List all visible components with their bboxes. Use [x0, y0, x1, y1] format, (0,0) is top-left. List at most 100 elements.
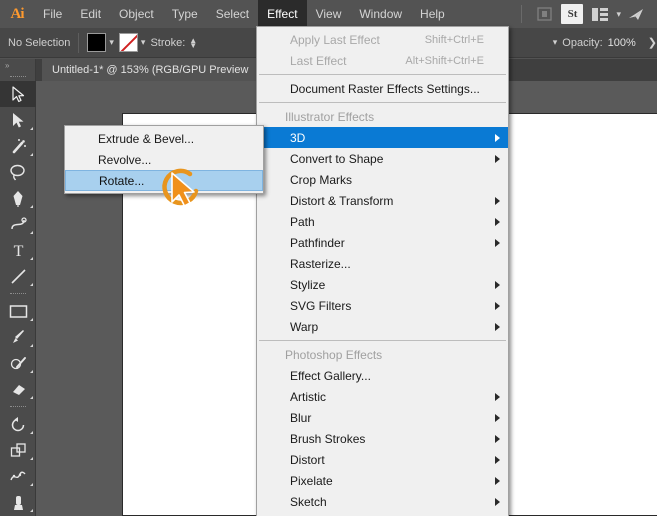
fill-chevron-down-icon[interactable]: ▾: [109, 37, 114, 48]
submenu-3d-dropdown[interactable]: Extrude & Bevel... Revolve... Rotate...: [64, 125, 264, 194]
flyout-indicator-icon: [30, 370, 33, 373]
submenu-arrow-icon: [495, 497, 500, 506]
selection-tool[interactable]: [0, 81, 36, 107]
menu-item-artistic[interactable]: Artistic: [257, 386, 508, 407]
menu-item-label: Crop Marks: [290, 172, 353, 187]
menu-item-rotate[interactable]: Rotate...: [65, 170, 263, 191]
menu-item-label: Revolve...: [98, 152, 152, 167]
flyout-indicator-icon: [30, 318, 33, 321]
control-bar-overflow-button[interactable]: ❯: [648, 36, 657, 49]
menu-item-rasterize[interactable]: Rasterize...: [257, 253, 508, 274]
direct-selection-tool[interactable]: [0, 107, 36, 133]
pen-tool[interactable]: [0, 185, 36, 211]
menu-item-brush-strokes[interactable]: Brush Strokes: [257, 428, 508, 449]
paintbrush-tool[interactable]: [0, 324, 36, 350]
menu-item-crop-marks[interactable]: Crop Marks: [257, 169, 508, 190]
menu-item-stylize-illustrator[interactable]: Stylize: [257, 274, 508, 295]
menu-item-label: Path: [290, 214, 315, 229]
menu-effect[interactable]: Effect: [258, 0, 307, 28]
menu-item-extrude-and-bevel[interactable]: Extrude & Bevel...: [65, 128, 263, 149]
menu-separator: [259, 102, 506, 103]
shaper-pencil-tool[interactable]: [0, 350, 36, 376]
stroke-color-swatch[interactable]: [118, 33, 138, 52]
menu-item-shortcut: Alt+Shift+Ctrl+E: [405, 54, 484, 67]
selection-status-label: No Selection: [8, 36, 71, 49]
menu-item-label: 3D: [290, 130, 306, 145]
submenu-arrow-icon: [495, 154, 500, 163]
menu-section-illustrator-effects: Illustrator Effects: [257, 106, 508, 127]
menu-item-label: Last Effect: [290, 53, 347, 68]
submenu-arrow-icon: [495, 413, 500, 422]
menu-separator: [259, 74, 506, 75]
menu-item-svg-filters[interactable]: SVG Filters: [257, 295, 508, 316]
menu-item-sketch[interactable]: Sketch: [257, 491, 508, 512]
menu-item-pathfinder[interactable]: Pathfinder: [257, 232, 508, 253]
menu-item-blur[interactable]: Blur: [257, 407, 508, 428]
menu-item-document-raster-effects-settings[interactable]: Document Raster Effects Settings...: [257, 78, 508, 99]
menu-type[interactable]: Type: [163, 0, 207, 28]
flyout-indicator-icon: [30, 231, 33, 234]
menu-view[interactable]: View: [307, 0, 351, 28]
menu-file[interactable]: File: [34, 0, 71, 28]
menu-item-3d[interactable]: 3D: [257, 127, 508, 148]
flyout-indicator-icon: [30, 396, 33, 399]
menu-item-label: Sketch: [290, 494, 327, 509]
flyout-indicator-icon: [30, 127, 33, 130]
curvature-tool[interactable]: [0, 211, 36, 237]
menu-bar-right-cluster: St ▾: [514, 0, 657, 28]
menu-item-warp[interactable]: Warp: [257, 316, 508, 337]
tools-panel-grip[interactable]: »: [0, 59, 35, 72]
menu-item-pixelate[interactable]: Pixelate: [257, 470, 508, 491]
menu-window[interactable]: Window: [350, 0, 411, 28]
bridge-icon[interactable]: [531, 3, 557, 25]
menu-item-label: Extrude & Bevel...: [98, 131, 195, 146]
menu-section-photoshop-effects: Photoshop Effects: [257, 344, 508, 365]
flyout-indicator-icon: [30, 431, 33, 434]
submenu-arrow-icon: [495, 476, 500, 485]
menu-item-label: Convert to Shape: [290, 151, 384, 166]
menu-edit[interactable]: Edit: [71, 0, 110, 28]
opacity-value[interactable]: 100%: [608, 37, 636, 49]
menu-item-effect-gallery[interactable]: Effect Gallery...: [257, 365, 508, 386]
publish-online-icon[interactable]: [623, 3, 649, 25]
menu-item-stylize-photoshop[interactable]: Stylize: [257, 512, 508, 516]
stock-button[interactable]: St: [561, 4, 584, 24]
scale-tool[interactable]: [0, 437, 36, 463]
document-tab[interactable]: Untitled-1* @ 153% (RGB/GPU Preview: [42, 59, 260, 81]
menu-help[interactable]: Help: [411, 0, 454, 28]
menu-item-distort-and-transform[interactable]: Distort & Transform: [257, 190, 508, 211]
menu-item-label: Pathfinder: [290, 235, 345, 250]
rotate-tool[interactable]: [0, 411, 36, 437]
stroke-chevron-down-icon[interactable]: ▾: [141, 37, 146, 48]
type-tool[interactable]: T: [0, 237, 36, 263]
submenu-arrow-icon: [495, 196, 500, 205]
menu-item-label: SVG Filters: [290, 298, 352, 313]
submenu-arrow-icon: [495, 455, 500, 464]
workspace-switcher-icon[interactable]: [587, 3, 613, 25]
menu-item-label: Apply Last Effect: [290, 32, 380, 47]
menu-section-label: Illustrator Effects: [285, 109, 375, 124]
width-warp-tool[interactable]: [0, 463, 36, 489]
effect-menu-dropdown[interactable]: Apply Last Effect Shift+Ctrl+E Last Effe…: [256, 26, 509, 516]
magic-wand-tool[interactable]: [0, 133, 36, 159]
menu-item-convert-to-shape[interactable]: Convert to Shape: [257, 148, 508, 169]
eraser-tool[interactable]: [0, 376, 36, 402]
rectangle-tool[interactable]: [0, 298, 36, 324]
menu-item-last-effect[interactable]: Last Effect Alt+Shift+Ctrl+E: [257, 50, 508, 71]
menu-select[interactable]: Select: [207, 0, 258, 28]
line-segment-tool[interactable]: [0, 263, 36, 289]
menu-item-path[interactable]: Path: [257, 211, 508, 232]
flyout-indicator-icon: [30, 344, 33, 347]
menu-object[interactable]: Object: [110, 0, 163, 28]
menu-item-distort[interactable]: Distort: [257, 449, 508, 470]
illustrator-window: Ai File Edit Object Type Select Effect V…: [0, 0, 657, 516]
menu-item-apply-last-effect[interactable]: Apply Last Effect Shift+Ctrl+E: [257, 29, 508, 50]
free-transform-tool[interactable]: [0, 489, 36, 515]
menu-item-label: Rotate...: [99, 173, 145, 188]
lasso-tool[interactable]: [0, 159, 36, 185]
fill-color-swatch[interactable]: [87, 33, 107, 52]
style-chevron-down-icon[interactable]: ▾: [553, 37, 558, 48]
menu-item-revolve[interactable]: Revolve...: [65, 149, 263, 170]
stroke-weight-stepper[interactable]: ▲ ▼: [189, 36, 197, 49]
chevron-down-icon[interactable]: ▾: [616, 9, 621, 20]
